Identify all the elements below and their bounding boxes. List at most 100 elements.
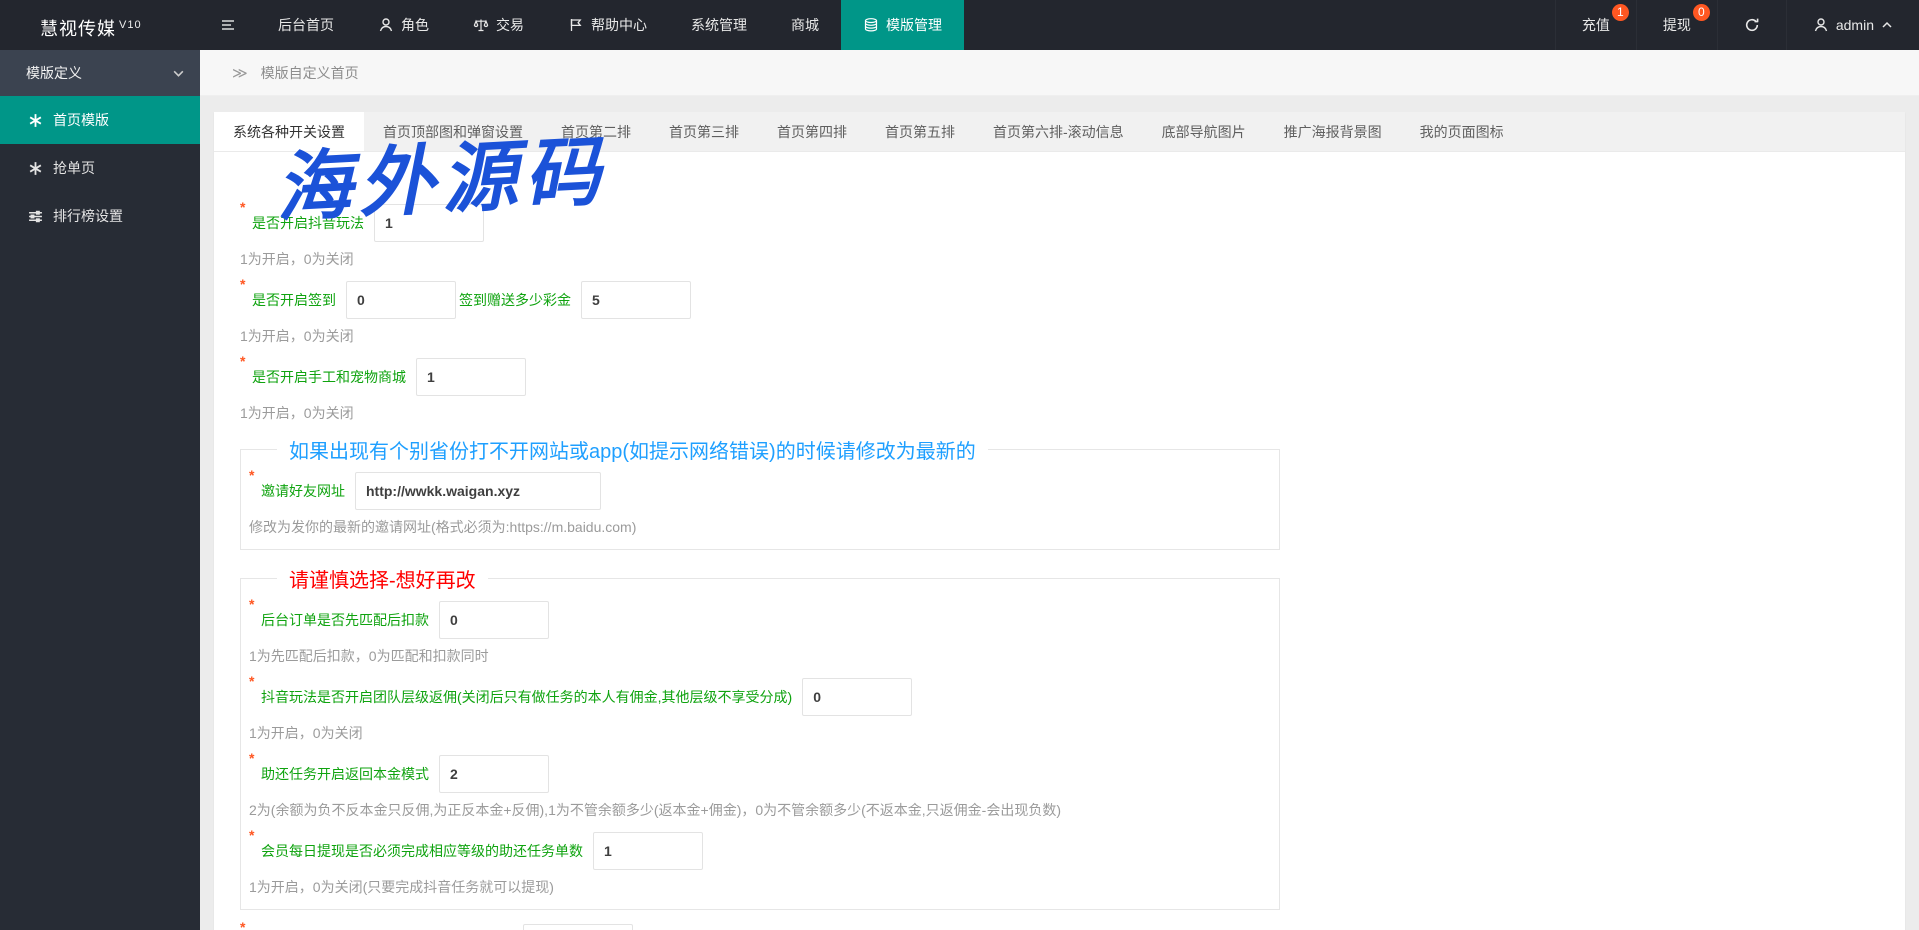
recharge-button[interactable]: 充值 1 [1554,0,1636,50]
withdraw-button[interactable]: 提现 0 [1635,0,1717,50]
navbar-right-actions: 充值 1 提现 0 admin [1554,0,1919,50]
required-asterisk: * [249,596,255,612]
person-icon [378,17,394,33]
tab-promo-poster-background[interactable]: 推广海报背景图 [1265,112,1401,151]
app-logo: 慧视传媒 V10 [0,0,200,50]
tab-home-row-6-scrolling-info[interactable]: 首页第六排-滚动信息 [974,112,1143,151]
fieldset-legend-blue: 如果出现有个别省份打不开网站或app(如提示网络错误)的时候请修改为最新的 [289,441,976,463]
content-card: 系统各种开关设置 首页顶部图和弹窗设置 首页第二排 首页第三排 首页第四排 首页… [214,112,1905,930]
user-menu[interactable]: admin [1785,0,1919,50]
tab-home-row-5[interactable]: 首页第五排 [866,112,974,151]
app-logo-version: V10 [119,19,142,31]
sound-alert-switch-input[interactable] [523,924,634,930]
nav-item-help-center[interactable]: 帮助中心 [546,0,669,50]
form-row-handmade-pet-mall-switch: * 是否开启手工和宠物商城 [240,353,1879,396]
hamburger-icon [220,17,236,33]
required-asterisk: * [249,750,255,766]
sidebar-group-label: 模版定义 [26,65,82,81]
field-help: 1为先匹配后扣款，0为匹配和扣款同时 [249,648,489,664]
chevron-up-icon [1881,19,1893,31]
field-help: 1为开启，0为关闭 [240,251,354,267]
form-row-team-level-commission: * 抖音玩法是否开启团队层级返佣(关闭后只有做任务的本人有佣金,其他层级不享受分… [249,673,1271,716]
sliders-icon [28,209,43,224]
required-asterisk: * [240,276,246,292]
nav-item-label: 模版管理 [886,17,942,33]
asterisk-icon [28,161,43,176]
breadcrumb-separator-icon: ≫ [232,65,248,82]
nav-item-label: 角色 [401,17,429,33]
douyin-switch-input[interactable] [374,204,484,242]
sidebar-group-template-definition[interactable]: 模版定义 [0,50,200,96]
sidebar: 模版定义 首页模版 抢单页 排行榜设置 [0,50,200,930]
required-asterisk: * [249,467,255,483]
required-asterisk: * [249,673,255,689]
tab-home-row-2[interactable]: 首页第二排 [542,112,650,151]
recharge-badge: 1 [1611,4,1629,21]
nav-item-dashboard[interactable]: 后台首页 [256,0,356,50]
signin-switch-input[interactable] [346,281,456,319]
sidebar-item-label: 抢单页 [53,160,95,176]
nav-item-transactions[interactable]: 交易 [451,0,546,50]
caution-fieldset: 请谨慎选择-想好再改 * 后台订单是否先匹配后扣款 1为先匹配后扣款，0为匹配和… [240,564,1280,910]
tab-my-page-icons[interactable]: 我的页面图标 [1401,112,1523,151]
form-row-daily-withdraw-task-count: * 会员每日提现是否必须完成相应等级的助还任务单数 [249,827,1271,870]
field-help: 1为开启，0为关闭(只要完成抖音任务就可以提现) [249,879,554,895]
invite-url-fieldset: 如果出现有个别省份打不开网站或app(如提示网络错误)的时候请修改为最新的 * … [240,435,1280,550]
refresh-icon [1744,17,1760,33]
invite-url-input[interactable] [355,472,601,510]
field-label: 会员每日提现是否必须完成相应等级的助还任务单数 [261,843,583,859]
sidebar-item-home-template[interactable]: 首页模版 [0,96,200,144]
nav-item-label: 帮助中心 [591,17,647,33]
app-logo-text: 慧视传媒 [40,19,116,39]
main-menu: 后台首页 角色 交易 帮助中心 系统管理 商城 模版管理 [256,0,964,50]
field-label: 邀请好友网址 [261,483,345,499]
scales-icon [473,17,489,33]
tab-home-row-4[interactable]: 首页第四排 [758,112,866,151]
refresh-button[interactable] [1716,0,1786,50]
team-level-commission-input[interactable] [802,678,913,716]
nav-item-roles[interactable]: 角色 [356,0,451,50]
field-label: 是否开启抖音玩法 [252,215,364,231]
signin-bonus-input[interactable] [581,281,691,319]
tab-home-top-image-popup[interactable]: 首页顶部图和弹窗设置 [364,112,542,151]
tab-system-switches[interactable]: 系统各种开关设置 [214,112,364,151]
field-label: 是否开启手工和宠物商城 [252,369,406,385]
sidebar-item-label: 首页模版 [53,112,109,128]
required-asterisk: * [249,827,255,843]
fieldset-legend-red: 请谨慎选择-想好再改 [289,570,476,592]
tab-home-row-3[interactable]: 首页第三排 [650,112,758,151]
tab-strip: 系统各种开关设置 首页顶部图和弹窗设置 首页第二排 首页第三排 首页第四排 首页… [214,112,1905,152]
withdraw-label: 提现 [1662,17,1691,33]
nav-item-label: 后台首页 [278,17,334,33]
required-asterisk: * [240,353,246,369]
chevron-down-icon [172,67,185,80]
asterisk-icon [28,113,43,128]
nav-item-label: 交易 [496,17,524,33]
handmade-pet-mall-input[interactable] [416,358,526,396]
order-match-deduct-input[interactable] [439,601,549,639]
nav-item-template-management[interactable]: 模版管理 [841,0,964,50]
flag-icon [568,17,584,33]
field-help: 1为开启，0为关闭 [249,725,363,741]
sidebar-item-label: 排行榜设置 [53,208,123,224]
required-asterisk: * [240,919,246,930]
breadcrumb-label: 模版自定义首页 [260,65,359,81]
field-help: 1为开启，0为关闭 [240,405,354,421]
form-row-principal-return-mode: * 助还任务开启返回本金模式 [249,750,1271,793]
sidebar-item-ranking-settings[interactable]: 排行榜设置 [0,192,200,240]
principal-return-mode-input[interactable] [439,755,549,793]
sidebar-collapse-button[interactable] [200,0,256,50]
field-help: 修改为发你的最新的邀请网址(格式必须为:https://m.baidu.com) [249,519,637,535]
tab-bottom-nav-images[interactable]: 底部导航图片 [1143,112,1265,151]
form-row-order-match-deduct: * 后台订单是否先匹配后扣款 [249,596,1271,639]
required-asterisk: * [240,199,246,215]
form-row-invite-url: * 邀请好友网址 [249,467,1271,510]
form-row-sound-alert-switch: * 是否开启后台声音提示(修改后请刷新页面) [240,919,1879,930]
sidebar-item-order-grab-page[interactable]: 抢单页 [0,144,200,192]
nav-item-system-management[interactable]: 系统管理 [669,0,769,50]
field-label: 是否开启签到 [252,292,336,308]
daily-withdraw-task-count-input[interactable] [593,832,703,870]
field-label: 助还任务开启返回本金模式 [261,766,429,782]
field-label: 签到赠送多少彩金 [459,292,571,308]
nav-item-mall[interactable]: 商城 [769,0,841,50]
